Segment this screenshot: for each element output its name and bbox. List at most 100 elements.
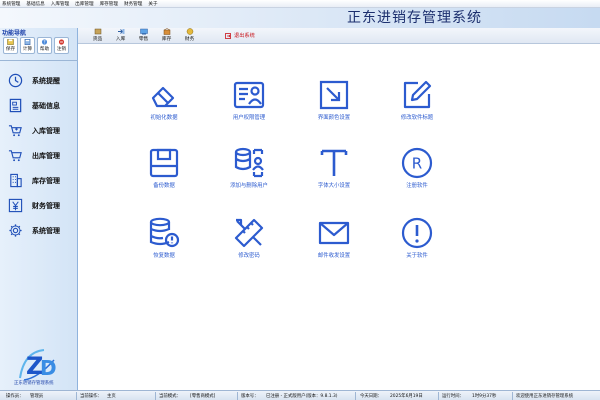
- calculator-icon: [24, 39, 31, 45]
- building-icon: [10, 173, 22, 188]
- nav-label: 入库管理: [32, 126, 60, 135]
- toolbar-finance-button[interactable]: 财务: [178, 28, 201, 43]
- nav-item-stock-in[interactable]: 入库管理: [0, 118, 78, 143]
- toolbar: 货品 入库 零售 库存 财务 退出系统: [78, 28, 600, 44]
- toolbar-label: 货品: [92, 37, 103, 42]
- logout-button[interactable]: 注销: [54, 37, 69, 54]
- status-welcome: 欢迎使用正东进销存管理系统: [516, 394, 574, 399]
- tile-register[interactable]: R 注册软件: [382, 146, 452, 206]
- save-button-label: 保存: [5, 47, 16, 52]
- toolbar-label: 零售: [138, 37, 149, 42]
- tile-label: 字体大小设置: [317, 183, 351, 189]
- logout-button-label: 注销: [56, 47, 67, 52]
- nav-label: 财务管理: [32, 201, 60, 210]
- title-banner: 正东进销存管理系统: [0, 8, 600, 28]
- resize-window-icon: [319, 80, 349, 110]
- document-icon: [9, 98, 22, 113]
- retail-icon: [139, 28, 148, 35]
- tile-label: 界面颜色设置: [317, 115, 351, 121]
- tile-about[interactable]: 关于软件: [382, 216, 452, 276]
- tile-edit-title[interactable]: 修改软件标题: [382, 78, 452, 138]
- nav-item-stock-out[interactable]: 出库管理: [0, 143, 78, 168]
- exit-system-button[interactable]: 退出系统: [225, 28, 255, 43]
- tile-label: 用户权限管理: [232, 115, 266, 121]
- menu-finance[interactable]: 财务管理: [124, 1, 142, 7]
- cart-add-icon: [8, 125, 22, 137]
- info-icon: [401, 217, 433, 249]
- main-content: 初始化数据 用户权限管理 界面颜色设置 修改软件标题 备份数据 添加与删除用户 …: [78, 44, 600, 390]
- status-separator: [237, 392, 238, 400]
- tile-add-remove-user[interactable]: 添加与删除用户: [214, 146, 284, 206]
- nav-label: 库存管理: [32, 176, 60, 185]
- database-user-icon: [234, 147, 264, 178]
- menu-stock-out[interactable]: 出库管理: [75, 1, 93, 7]
- toolbar-label: 库存: [161, 37, 172, 42]
- status-separator: [438, 392, 439, 400]
- quick-button-group: 保存 计算 ? 帮助 注销: [3, 37, 69, 54]
- help-icon: ?: [41, 39, 48, 45]
- save-icon: [7, 39, 14, 45]
- tile-change-password[interactable]: 修改密码: [214, 216, 284, 276]
- edit-icon: [403, 80, 432, 109]
- logout-icon: [58, 39, 65, 45]
- status-date-label: 今天日期：: [360, 394, 382, 399]
- status-current-op: 主页: [107, 394, 116, 399]
- tile-user-permissions[interactable]: 用户权限管理: [214, 78, 284, 138]
- nav-item-system-reminder[interactable]: 系统提醒: [0, 68, 78, 93]
- nav-item-inventory[interactable]: 库存管理: [0, 168, 78, 193]
- status-date: 2025年6月19日: [390, 394, 423, 399]
- app-title: 正东进销存管理系统: [347, 10, 482, 26]
- toolbar-inventory-button[interactable]: 库存: [155, 28, 178, 43]
- toolbar-label: 入库: [115, 37, 126, 42]
- nav-item-basic-info[interactable]: 基础信息: [0, 93, 78, 118]
- tile-font-size[interactable]: 字体大小设置: [299, 146, 369, 206]
- toolbar-stock-in-button[interactable]: 入库: [109, 28, 132, 43]
- nav-header: 功能导航: [2, 30, 27, 37]
- help-button-label: 帮助: [39, 47, 50, 52]
- nav-label: 基础信息: [32, 101, 60, 110]
- tools-icon: [234, 218, 264, 248]
- nav-item-system-admin[interactable]: 系统管理: [0, 218, 78, 243]
- stock-in-icon: [117, 29, 124, 34]
- status-operator: 管理员: [30, 394, 44, 399]
- tile-label: 初始化数据: [150, 115, 178, 121]
- menu-bar: 系统管理 基础信息 入库管理 出库管理 库存管理 财务管理 关于: [0, 0, 600, 8]
- calculate-button[interactable]: 计算: [20, 37, 35, 54]
- status-version: 已注册 - 正式版用户(版本：9.8.1.3): [266, 394, 338, 399]
- nav-label: 出库管理: [32, 151, 60, 160]
- toolbar-retail-button[interactable]: 零售: [132, 28, 155, 43]
- menu-basic-info[interactable]: 基础信息: [26, 1, 44, 7]
- tile-interface-color[interactable]: 界面颜色设置: [299, 78, 369, 138]
- tile-label: 修改密码: [238, 253, 260, 259]
- menu-system[interactable]: 系统管理: [2, 1, 20, 7]
- user-permission-icon: [233, 81, 265, 109]
- menu-inventory[interactable]: 库存管理: [100, 1, 118, 7]
- tile-backup-data[interactable]: 备份数据: [129, 146, 199, 206]
- status-runtime-label: 运行时间：: [442, 394, 464, 399]
- yen-icon: [8, 198, 23, 213]
- status-separator: [512, 392, 513, 400]
- tile-restore-data[interactable]: 恢复数据: [129, 216, 199, 276]
- status-version-label: 版本号：: [241, 394, 259, 399]
- tile-label: 备份数据: [153, 183, 175, 189]
- status-separator: [76, 392, 77, 400]
- app-window: 系统管理 基础信息 入库管理 出库管理 库存管理 财务管理 关于 正东进销存管理…: [0, 0, 600, 400]
- registered-icon: R: [401, 147, 433, 179]
- nav-item-finance[interactable]: 财务管理: [0, 193, 78, 218]
- cart-icon: [8, 150, 22, 162]
- help-button[interactable]: ? 帮助: [37, 37, 52, 54]
- save-button[interactable]: 保存: [3, 37, 18, 54]
- status-runtime: 1时9分37秒: [472, 394, 497, 399]
- toolbar-goods-button[interactable]: 货品: [86, 28, 109, 43]
- tile-mail-settings[interactable]: 邮件收发设置: [299, 216, 369, 276]
- nav-label: 系统管理: [32, 226, 60, 235]
- tile-label: 添加与删除用户: [230, 183, 268, 189]
- goods-icon: [94, 28, 101, 35]
- status-separator: [155, 392, 156, 400]
- tile-init-data[interactable]: 初始化数据: [129, 78, 199, 138]
- clock-icon: [8, 73, 23, 88]
- tile-label: 注册软件: [406, 183, 428, 189]
- menu-stock-in[interactable]: 入库管理: [51, 1, 69, 7]
- menu-about[interactable]: 关于: [148, 1, 157, 7]
- left-nav-panel: 功能导航 保存 计算 ? 帮助 注销 系统提醒 基础信息 入库管理 出库管理 库…: [0, 28, 78, 390]
